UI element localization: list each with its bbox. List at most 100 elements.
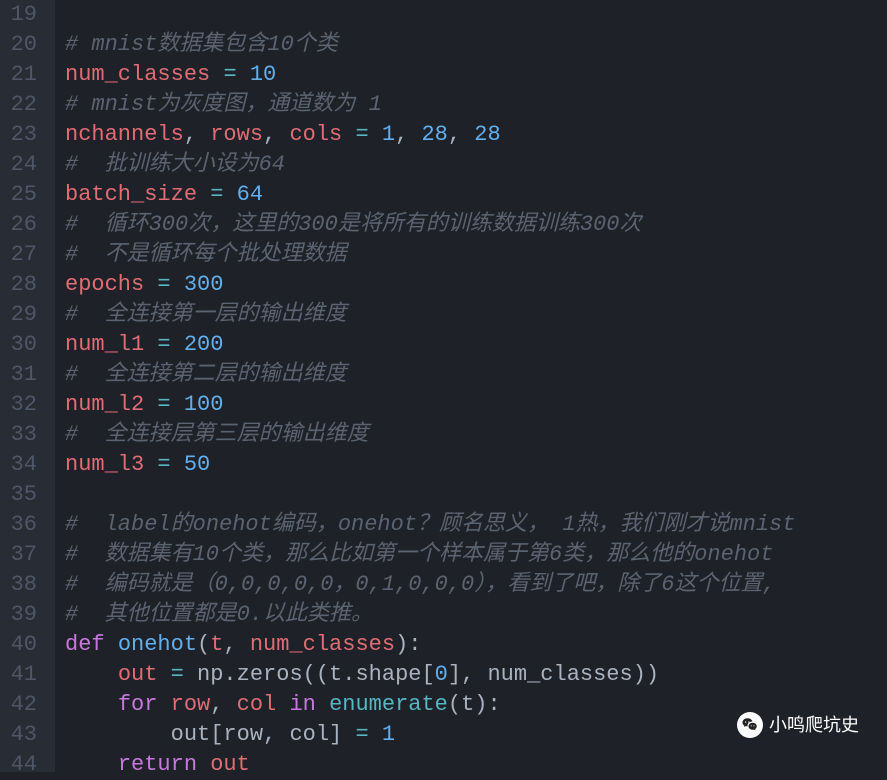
code-token: 28 <box>474 122 500 147</box>
line-number: 38 <box>8 570 37 600</box>
code-line[interactable]: num_l1 = 200 <box>65 330 887 360</box>
line-number: 32 <box>8 390 37 420</box>
code-token: 1 <box>382 722 395 747</box>
line-number: 40 <box>8 630 37 660</box>
code-token: 64 <box>237 182 263 207</box>
code-token: # 循环300次，这里的300是将所有的训练数据训练300次 <box>65 212 641 237</box>
line-number: 34 <box>8 450 37 480</box>
code-token: = <box>157 332 183 357</box>
code-token: , <box>184 122 210 147</box>
code-token: out <box>210 752 250 772</box>
code-token: # 全连接层第三层的输出维度 <box>65 422 369 447</box>
code-line[interactable]: batch_size = 64 <box>65 180 887 210</box>
line-number-gutter: 1920212223242526272829303132333435363738… <box>0 0 55 772</box>
line-number: 25 <box>8 180 37 210</box>
code-line[interactable]: # 编码就是（0,0,0,0,0，0,1,0,0,0），看到了吧，除了6这个位置… <box>65 570 887 600</box>
code-token: nchannels <box>65 122 184 147</box>
code-token: , <box>210 692 236 717</box>
code-token: = <box>355 722 381 747</box>
code-line[interactable]: num_classes = 10 <box>65 60 887 90</box>
code-token: 200 <box>184 332 224 357</box>
line-number: 44 <box>8 750 37 780</box>
code-token: , <box>223 632 249 657</box>
code-token: # 编码就是（0,0,0,0,0，0,1,0,0,0），看到了吧，除了6这个位置… <box>65 572 776 597</box>
code-token: num_l3 <box>65 452 157 477</box>
code-line[interactable]: out = np.zeros((t.shape[0], num_classes)… <box>65 660 887 690</box>
code-token: num_classes <box>250 632 395 657</box>
code-line[interactable]: # mnist数据集包含10个类 <box>65 30 887 60</box>
line-number: 23 <box>8 120 37 150</box>
line-number: 27 <box>8 240 37 270</box>
code-token: num_l1 <box>65 332 157 357</box>
code-line[interactable]: # 其他位置都是0.以此类推。 <box>65 600 887 630</box>
line-number: 43 <box>8 720 37 750</box>
code-token: ( <box>197 632 210 657</box>
code-token <box>65 662 118 687</box>
code-line[interactable]: # label的onehot编码，onehot？顾名思义， 1热，我们刚才说mn… <box>65 510 887 540</box>
line-number: 19 <box>8 0 37 30</box>
line-number: 28 <box>8 270 37 300</box>
code-line[interactable]: epochs = 300 <box>65 270 887 300</box>
code-token: = <box>157 452 183 477</box>
code-token: 1 <box>382 122 395 147</box>
code-line[interactable]: # 不是循环每个批处理数据 <box>65 240 887 270</box>
line-number: 36 <box>8 510 37 540</box>
code-token: def <box>65 632 118 657</box>
code-line[interactable] <box>65 0 887 30</box>
line-number: 37 <box>8 540 37 570</box>
code-token: return <box>118 752 210 772</box>
code-line[interactable]: # mnist为灰度图，通道数为 1 <box>65 90 887 120</box>
line-number: 39 <box>8 600 37 630</box>
code-line[interactable]: # 全连接第二层的输出维度 <box>65 360 887 390</box>
line-number: 24 <box>8 150 37 180</box>
code-token: # mnist数据集包含10个类 <box>65 32 338 57</box>
code-token <box>65 722 171 747</box>
watermark-badge: 小鸣爬坑史 <box>729 706 867 744</box>
code-token: 100 <box>184 392 224 417</box>
watermark-text: 小鸣爬坑史 <box>769 710 859 740</box>
line-number: 31 <box>8 360 37 390</box>
code-token: onehot <box>118 632 197 657</box>
code-token: in <box>289 692 329 717</box>
code-token: # mnist为灰度图，通道数为 1 <box>65 92 382 117</box>
line-number: 41 <box>8 660 37 690</box>
line-number: 35 <box>8 480 37 510</box>
code-token: row <box>171 692 211 717</box>
code-token: t <box>210 632 223 657</box>
code-line[interactable]: return out <box>65 750 887 772</box>
wechat-icon <box>737 712 763 738</box>
line-number: 22 <box>8 90 37 120</box>
code-token: out <box>118 662 171 687</box>
line-number: 20 <box>8 30 37 60</box>
code-line[interactable]: num_l3 = 50 <box>65 450 887 480</box>
code-token: ): <box>395 632 421 657</box>
code-line[interactable]: def onehot(t, num_classes): <box>65 630 887 660</box>
code-line[interactable]: # 批训练大小设为64 <box>65 150 887 180</box>
code-token <box>65 692 118 717</box>
code-token: # 批训练大小设为64 <box>65 152 285 177</box>
code-token: 28 <box>421 122 447 147</box>
line-number: 26 <box>8 210 37 240</box>
code-content[interactable]: # mnist数据集包含10个类num_classes = 10# mnist为… <box>55 0 887 772</box>
code-token: 300 <box>184 272 224 297</box>
code-token: 50 <box>184 452 210 477</box>
code-token: np.zeros((t.shape[ <box>197 662 435 687</box>
code-token: , <box>395 122 421 147</box>
code-line[interactable]: # 循环300次，这里的300是将所有的训练数据训练300次 <box>65 210 887 240</box>
code-token: = <box>355 122 381 147</box>
code-token <box>65 752 118 772</box>
code-token: 0 <box>435 662 448 687</box>
code-token: , <box>263 122 289 147</box>
code-line[interactable]: nchannels, rows, cols = 1, 28, 28 <box>65 120 887 150</box>
code-token: = <box>157 272 183 297</box>
code-line[interactable]: # 全连接层第三层的输出维度 <box>65 420 887 450</box>
code-line[interactable]: # 数据集有10个类，那么比如第一个样本属于第6类，那么他的onehot <box>65 540 887 570</box>
code-line[interactable]: num_l2 = 100 <box>65 390 887 420</box>
code-token: epochs <box>65 272 157 297</box>
code-token: batch_size <box>65 182 210 207</box>
code-token: rows <box>210 122 263 147</box>
code-line[interactable]: # 全连接第一层的输出维度 <box>65 300 887 330</box>
code-line[interactable] <box>65 480 887 510</box>
code-editor[interactable]: 1920212223242526272829303132333435363738… <box>0 0 887 772</box>
line-number: 21 <box>8 60 37 90</box>
